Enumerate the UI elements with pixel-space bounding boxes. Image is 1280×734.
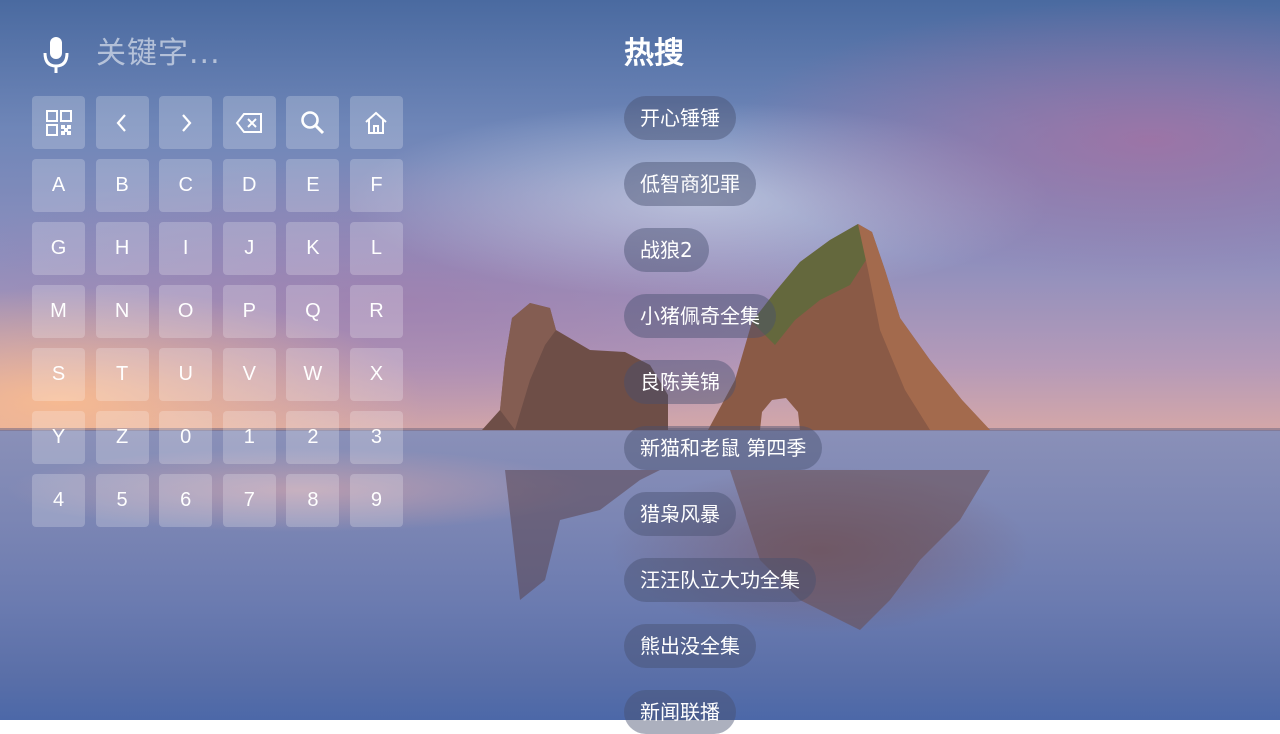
- home-button[interactable]: [349, 96, 403, 149]
- hot-search-item[interactable]: 汪汪队立大功全集: [624, 558, 816, 602]
- cursor-left-button[interactable]: [95, 96, 149, 149]
- hot-search-item[interactable]: 熊出没全集: [624, 624, 756, 668]
- hot-search-item[interactable]: 新闻联播: [624, 690, 736, 734]
- hot-search-item[interactable]: 开心锤锤: [624, 96, 736, 140]
- key-t[interactable]: T: [95, 348, 149, 401]
- cursor-right-button[interactable]: [159, 96, 213, 149]
- hot-search-item[interactable]: 猎枭风暴: [624, 492, 736, 536]
- hot-search-item[interactable]: 小猪佩奇全集: [624, 294, 776, 338]
- key-g[interactable]: G: [32, 222, 85, 275]
- key-b[interactable]: B: [95, 159, 149, 212]
- search-button[interactable]: [286, 96, 340, 149]
- key-u[interactable]: U: [159, 348, 213, 401]
- key-a[interactable]: A: [32, 159, 85, 212]
- key-f[interactable]: F: [349, 159, 403, 212]
- key-k[interactable]: K: [286, 222, 340, 275]
- key-i[interactable]: I: [159, 222, 213, 275]
- key-3[interactable]: 3: [349, 411, 403, 464]
- key-p[interactable]: P: [222, 285, 276, 338]
- key-1[interactable]: 1: [222, 411, 276, 464]
- chevron-right-icon: [179, 113, 193, 133]
- key-2[interactable]: 2: [286, 411, 340, 464]
- key-v[interactable]: V: [222, 348, 276, 401]
- backspace-button[interactable]: [222, 96, 276, 149]
- key-4[interactable]: 4: [32, 474, 85, 527]
- key-6[interactable]: 6: [159, 474, 213, 527]
- key-r[interactable]: R: [349, 285, 403, 338]
- key-n[interactable]: N: [95, 285, 149, 338]
- key-h[interactable]: H: [95, 222, 149, 275]
- key-l[interactable]: L: [349, 222, 403, 275]
- key-7[interactable]: 7: [222, 474, 276, 527]
- hot-search-item[interactable]: 良陈美锦: [624, 360, 736, 404]
- key-e[interactable]: E: [286, 159, 340, 212]
- key-q[interactable]: Q: [286, 285, 340, 338]
- key-m[interactable]: M: [32, 285, 85, 338]
- chevron-left-icon: [115, 113, 129, 133]
- key-o[interactable]: O: [159, 285, 213, 338]
- key-9[interactable]: 9: [349, 474, 403, 527]
- hot-search-item[interactable]: 低智商犯罪: [624, 162, 756, 206]
- key-s[interactable]: S: [32, 348, 85, 401]
- search-icon: [300, 110, 326, 136]
- key-d[interactable]: D: [222, 159, 276, 212]
- microphone-icon[interactable]: [40, 35, 72, 75]
- key-y[interactable]: Y: [32, 411, 85, 464]
- search-input[interactable]: 关键字...: [96, 34, 221, 74]
- key-c[interactable]: C: [159, 159, 213, 212]
- key-8[interactable]: 8: [286, 474, 340, 527]
- hot-search-item[interactable]: 战狼2: [624, 228, 709, 272]
- key-w[interactable]: W: [286, 348, 340, 401]
- on-screen-keyboard: A B C D E F G H I J K L M N O P Q R S T …: [32, 96, 403, 527]
- key-z[interactable]: Z: [95, 411, 149, 464]
- qr-code-button[interactable]: [32, 96, 85, 149]
- key-0[interactable]: 0: [159, 411, 213, 464]
- key-j[interactable]: J: [222, 222, 276, 275]
- home-icon: [363, 110, 389, 136]
- qr-code-icon: [45, 109, 72, 136]
- hot-search-title: 热搜: [624, 36, 684, 71]
- key-5[interactable]: 5: [95, 474, 149, 527]
- hot-search-item[interactable]: 新猫和老鼠 第四季: [624, 426, 823, 470]
- backspace-icon: [235, 112, 263, 134]
- key-x[interactable]: X: [349, 348, 403, 401]
